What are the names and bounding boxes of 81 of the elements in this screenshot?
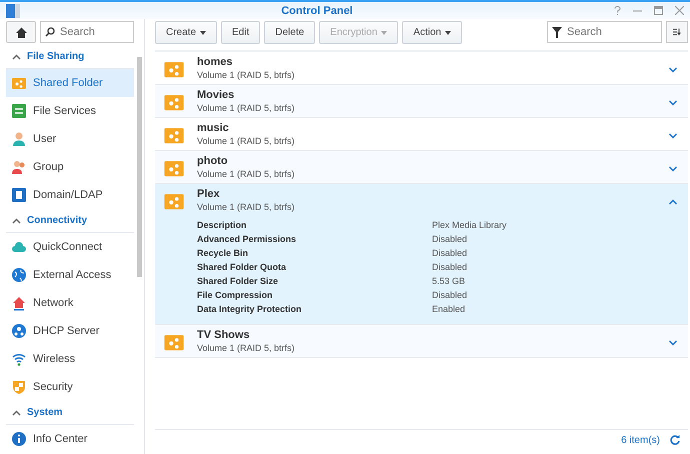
folder-location: Volume 1 (RAID 5, btrfs) [197, 70, 296, 80]
collapse-icon [668, 199, 678, 205]
id-card-icon [11, 187, 27, 203]
sidebar-item[interactable]: External Access [6, 261, 134, 289]
app-icon [6, 4, 20, 18]
sidebar-item[interactable]: File Services [6, 97, 134, 125]
home-icon [16, 26, 26, 38]
sidebar-item[interactable]: Shared Folder [6, 69, 134, 97]
expand-icon [668, 340, 678, 346]
detail-value: Disabled [432, 290, 468, 300]
home-button[interactable] [6, 21, 36, 43]
sidebar-item[interactable]: QuickConnect [6, 233, 134, 261]
sidebar-item[interactable]: Security [6, 373, 134, 401]
folder-location: Volume 1 (RAID 5, btrfs) [197, 136, 296, 146]
detail-label: Recycle Bin [197, 248, 250, 258]
sidebar-item[interactable]: Wireless [6, 345, 134, 373]
section-heading[interactable]: System [27, 407, 63, 418]
detail-label: Advanced Permissions [197, 234, 298, 244]
scrollbar[interactable] [137, 57, 142, 277]
folder-location: Volume 1 (RAID 5, btrfs) [197, 169, 296, 179]
close-icon[interactable] [675, 6, 684, 15]
folder-location: Volume 1 (RAID 5, btrfs) [197, 103, 296, 113]
detail-label: Shared Folder Size [197, 276, 280, 286]
detail-label: Data Integrity Protection [197, 304, 303, 314]
folder-name: Plex [197, 188, 221, 200]
expand-icon [668, 133, 678, 139]
globe-icon [11, 267, 27, 283]
search-field[interactable]: Search [40, 21, 134, 43]
help-icon[interactable] [614, 6, 621, 15]
folder-name: TV Shows [197, 329, 251, 341]
folder-row[interactable] [155, 184, 688, 325]
toolbar-button[interactable]: Delete [264, 21, 316, 44]
network-node-icon [11, 323, 27, 339]
detail-value: Disabled [432, 262, 468, 272]
toolbar-button[interactable]: Action [402, 21, 462, 44]
folder-share-icon [11, 75, 27, 91]
folder-location: Volume 1 (RAID 5, btrfs) [197, 202, 296, 212]
folder-location: Volume 1 (RAID 5, btrfs) [197, 343, 296, 353]
window-title: Control Panel [280, 4, 354, 16]
sort-button[interactable] [666, 21, 688, 43]
cloud-icon [11, 239, 27, 255]
sort-icon [673, 27, 681, 37]
folder-row[interactable]: photo Volume 1 (RAID 5, btrfs) [155, 151, 688, 184]
group-icon [11, 159, 27, 175]
toolbar-button[interactable]: Edit [221, 21, 260, 44]
expand-icon [668, 100, 678, 106]
item-count: 6 item(s) [621, 434, 660, 446]
refresh-icon[interactable] [670, 435, 680, 445]
folder-name: Movies [197, 89, 236, 101]
sidebar-item[interactable]: Info Center [6, 425, 134, 453]
search-icon [45, 27, 55, 37]
detail-value: 5.53 GB [432, 276, 466, 286]
sidebar-item[interactable]: Domain/LDAP [6, 181, 134, 209]
toolbar-button[interactable]: Create [155, 21, 218, 44]
expand-icon [668, 166, 678, 172]
detail-value: Plex Media Library [432, 220, 508, 230]
sidebar-item[interactable]: Group [6, 153, 134, 181]
folder-name: photo [197, 155, 229, 167]
maximize-icon[interactable] [654, 6, 663, 15]
info-icon [11, 431, 27, 447]
folder-name: homes [197, 56, 234, 68]
wifi-icon [11, 351, 27, 367]
folder-name: music [197, 122, 230, 134]
folder-row[interactable]: TV Shows Volume 1 (RAID 5, btrfs) [155, 325, 688, 358]
filter-icon [552, 27, 562, 38]
detail-value: Disabled [432, 248, 468, 258]
detail-label: Shared Folder Quota [197, 262, 288, 272]
folder-row[interactable]: Movies Volume 1 (RAID 5, btrfs) [155, 85, 688, 118]
sidebar-item[interactable]: DHCP Server [6, 317, 134, 345]
detail-value: Disabled [432, 234, 468, 244]
section-heading[interactable]: File Sharing [27, 51, 84, 62]
detail-label: Description [197, 220, 248, 230]
expand-icon [668, 67, 678, 73]
sidebar-item[interactable]: Network [6, 289, 134, 317]
user-icon [11, 131, 27, 147]
section-heading[interactable]: Connectivity [27, 215, 88, 226]
detail-label: File Compression [197, 290, 274, 300]
sidebar-item[interactable]: User [6, 125, 134, 153]
shield-icon [11, 379, 27, 395]
filter-search-field[interactable]: Search [547, 21, 662, 43]
detail-value: Enabled [432, 304, 466, 314]
